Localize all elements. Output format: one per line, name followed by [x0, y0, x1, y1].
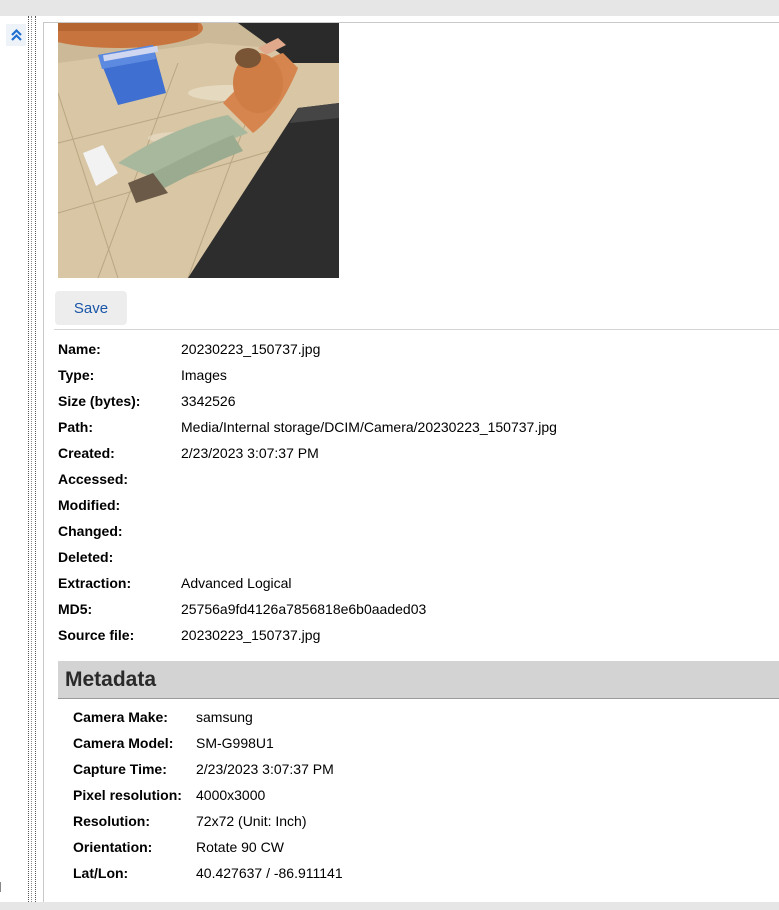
property-value — [181, 470, 778, 496]
property-value — [181, 548, 778, 574]
property-row-name: Name: 20230223_150737.jpg — [58, 340, 778, 366]
metadata-label: Resolution: — [73, 813, 150, 829]
property-label: MD5: — [58, 601, 93, 617]
property-value: Advanced Logical — [181, 575, 292, 591]
property-label: Path: — [58, 419, 93, 435]
property-row-changed: Changed: — [58, 522, 778, 548]
metadata-label: Pixel resolution: — [73, 787, 182, 803]
image-preview — [58, 23, 339, 278]
metadata-value: 72x72 (Unit: Inch) — [196, 813, 307, 829]
metadata-row-orientation: Orientation: Rotate 90 CW — [73, 838, 773, 864]
metadata-row-camera-model: Camera Model: SM-G998U1 — [73, 734, 773, 760]
property-value — [181, 522, 778, 548]
property-label: Extraction: — [58, 575, 132, 591]
property-value: 20230223_150737.jpg — [181, 341, 321, 357]
property-label: Accessed: — [58, 471, 129, 487]
bottom-bar — [0, 902, 779, 910]
metadata-value: 2/23/2023 3:07:37 PM — [196, 761, 334, 777]
property-row-modified: Modified: — [58, 496, 778, 522]
property-row-accessed: Accessed: — [58, 470, 778, 496]
property-value: Images — [181, 367, 227, 383]
property-value: 20230223_150737.jpg — [181, 627, 321, 643]
property-value — [181, 496, 778, 522]
property-value: 2/23/2023 3:07:37 PM — [181, 445, 319, 461]
save-button[interactable]: Save — [55, 291, 127, 325]
property-row-deleted: Deleted: — [58, 548, 778, 574]
metadata-value: Rotate 90 CW — [196, 839, 284, 855]
property-row-source-file: Source file: 20230223_150737.jpg — [58, 626, 778, 652]
property-value: Media/Internal storage/DCIM/Camera/20230… — [181, 419, 557, 435]
metadata-row-pixel-resolution: Pixel resolution: 4000x3000 — [73, 786, 773, 812]
metadata-value: samsung — [196, 709, 253, 725]
property-label: Modified: — [58, 497, 121, 513]
left-panel — [0, 16, 28, 902]
property-value: 3342526 — [181, 393, 236, 409]
panel-edge-mark — [0, 882, 5, 892]
metadata-properties: Camera Make: samsung Camera Model: SM-G9… — [73, 708, 773, 890]
property-row-md5: MD5: 25756a9fd4126a7856818e6b0aaded03 — [58, 600, 778, 626]
divider — [54, 329, 779, 330]
metadata-value: 4000x3000 — [196, 787, 266, 803]
metadata-value: 40.427637 / -86.911141 — [196, 865, 343, 881]
metadata-value: SM-G998U1 — [196, 735, 274, 751]
metadata-label: Orientation: — [73, 839, 153, 855]
property-label: Changed: — [58, 523, 123, 539]
property-row-type: Type: Images — [58, 366, 778, 392]
metadata-row-capture-time: Capture Time: 2/23/2023 3:07:37 PM — [73, 760, 773, 786]
top-toolbar — [0, 0, 779, 16]
metadata-label: Camera Model: — [73, 735, 174, 751]
property-value: 25756a9fd4126a7856818e6b0aaded03 — [181, 601, 427, 617]
property-label: Name: — [58, 341, 101, 357]
property-row-created: Created: 2/23/2023 3:07:37 PM — [58, 444, 778, 470]
property-label: Source file: — [58, 627, 135, 643]
property-label: Size (bytes): — [58, 393, 141, 409]
metadata-row-camera-make: Camera Make: samsung — [73, 708, 773, 734]
property-row-size: Size (bytes): 3342526 — [58, 392, 778, 418]
metadata-section-header[interactable]: Metadata — [58, 661, 779, 699]
property-label: Deleted: — [58, 549, 114, 565]
metadata-label: Camera Make: — [73, 709, 168, 725]
file-detail-panel: Save Name: 20230223_150737.jpg Type: Ima… — [43, 22, 779, 902]
pane-splitter[interactable] — [28, 16, 36, 902]
file-properties: Name: 20230223_150737.jpg Type: Images S… — [58, 340, 778, 652]
chevron-double-up-icon[interactable] — [6, 24, 26, 46]
metadata-label: Lat/Lon: — [73, 865, 129, 881]
property-row-path: Path: Media/Internal storage/DCIM/Camera… — [58, 418, 778, 444]
metadata-label: Capture Time: — [73, 761, 167, 777]
property-label: Created: — [58, 445, 115, 461]
metadata-row-resolution: Resolution: 72x72 (Unit: Inch) — [73, 812, 773, 838]
metadata-row-lat-lon: Lat/Lon: 40.427637 / -86.911141 — [73, 864, 773, 890]
property-row-extraction: Extraction: Advanced Logical — [58, 574, 778, 600]
property-label: Type: — [58, 367, 95, 383]
